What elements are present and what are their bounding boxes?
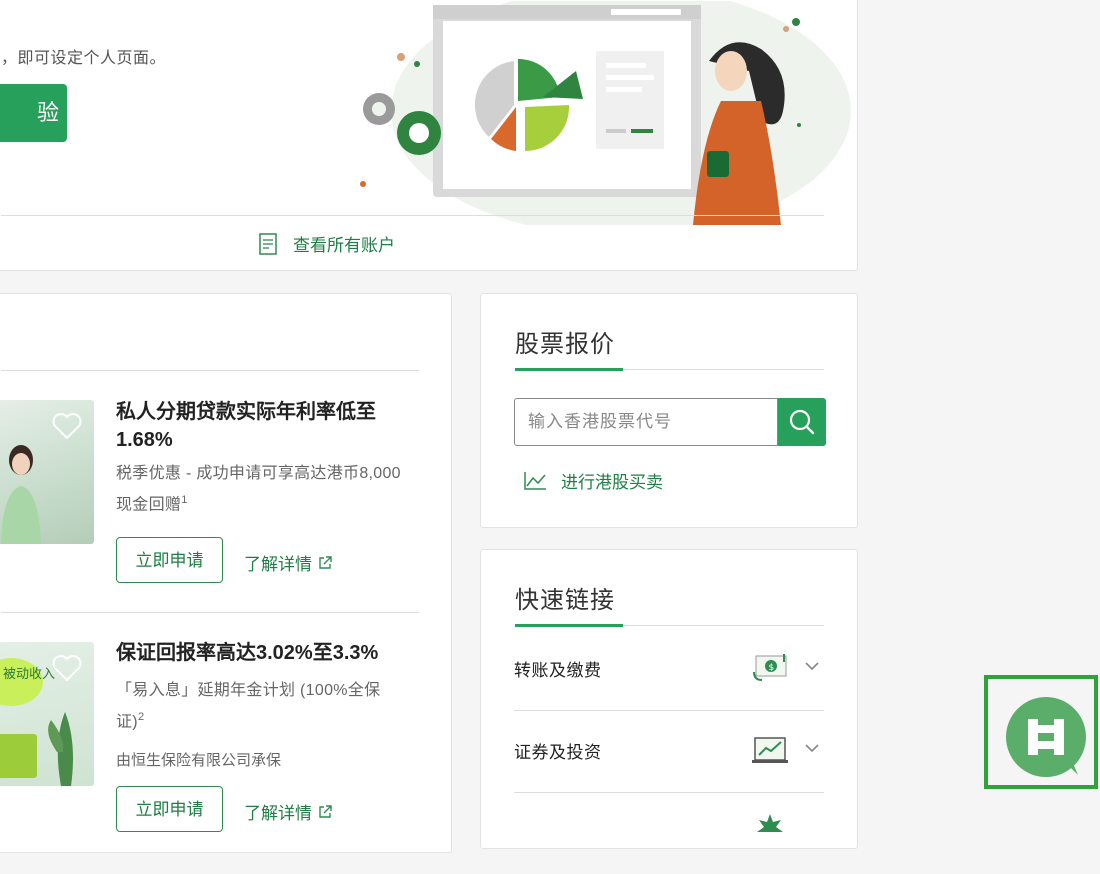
promo-description-text: 「易入息」延期年金计划 (100%全保证) — [116, 682, 381, 731]
learn-more-label: 了解详情 — [244, 804, 312, 823]
external-link-icon — [319, 555, 332, 569]
banner-illustration — [360, 1, 851, 225]
star-icon — [757, 814, 783, 832]
promo-description-text: 税季优惠 - 成功申请可享高达港币8,000现金回赠 — [116, 465, 401, 514]
account-banner-card: ，即可设定个人页面。 验 查看所有账户 — [0, 0, 858, 271]
stock-search-button[interactable] — [778, 398, 826, 446]
promo-image-text: 被动收入 — [3, 667, 55, 682]
external-link-icon — [319, 804, 332, 818]
view-all-accounts-label: 查看所有账户 — [293, 236, 395, 255]
quick-links-card: 快速链接 转账及缴费 $ 证券及投资 — [480, 549, 858, 849]
promo-divider — [1, 612, 419, 613]
heart-icon[interactable] — [52, 654, 82, 682]
promo-title: 私人分期贷款实际年利率低至1.68% — [116, 401, 376, 451]
quick-link-third[interactable] — [514, 792, 824, 874]
hk-stock-trade-link[interactable]: 进行港股买卖 — [523, 468, 663, 493]
learn-more-link[interactable]: 了解详情 — [244, 799, 332, 824]
chat-widget-highlight — [984, 675, 1098, 789]
quick-link-transfer[interactable]: 转账及缴费 $ — [514, 628, 824, 711]
hk-stock-trade-label: 进行港股买卖 — [561, 473, 663, 492]
promo-title: 保证回报率高达3.02%至3.3% — [116, 642, 379, 664]
footnote-marker: 2 — [137, 711, 145, 723]
promo-description: 「易入息」延期年金计划 (100%全保证)2 — [116, 678, 406, 735]
banner-button[interactable]: 验 — [0, 84, 67, 142]
stock-code-input[interactable]: 输入香港股票代号 — [514, 398, 778, 446]
chevron-down-icon — [805, 662, 819, 671]
chat-logo-icon — [1028, 719, 1078, 775]
document-icon — [259, 232, 277, 255]
search-icon — [789, 409, 815, 435]
learn-more-link[interactable]: 了解详情 — [244, 550, 332, 575]
footnote-marker: 1 — [181, 494, 188, 506]
investment-chart-icon — [752, 737, 788, 763]
quick-link-label: 证券及投资 — [514, 743, 602, 762]
apply-now-button[interactable]: 立即申请 — [116, 786, 223, 832]
stock-quote-card: 股票报价 输入香港股票代号 进行港股买卖 — [480, 293, 858, 528]
promo-image-annuity[interactable]: 被动收入 — [0, 642, 94, 786]
banner-divider — [1, 215, 824, 216]
view-all-accounts-link[interactable]: 查看所有账户 — [259, 231, 395, 256]
stock-title-underline — [515, 368, 824, 371]
quick-links-underline — [515, 624, 824, 627]
promo-image-loan[interactable] — [0, 400, 94, 544]
apply-now-button[interactable]: 立即申请 — [116, 537, 223, 583]
learn-more-label: 了解详情 — [244, 555, 312, 574]
promotions-card: 私人分期贷款实际年利率低至1.68% 税季优惠 - 成功申请可享高达港币8,00… — [0, 293, 452, 853]
quick-link-label: 转账及缴费 — [514, 661, 602, 680]
quick-link-securities[interactable]: 证券及投资 — [514, 710, 824, 793]
quick-links-title: 快速链接 — [515, 587, 615, 614]
promo-description: 税季优惠 - 成功申请可享高达港币8,000现金回赠1 — [116, 461, 406, 518]
line-chart-icon — [524, 471, 546, 490]
heart-icon[interactable] — [52, 412, 82, 440]
promo-top-divider — [1, 370, 419, 371]
money-transfer-icon: $ — [753, 654, 787, 681]
stock-quote-title: 股票报价 — [515, 331, 615, 358]
chat-button[interactable] — [1006, 697, 1086, 777]
promo-underwriter: 由恒生保险有限公司承保 — [116, 752, 282, 769]
svg-text:$: $ — [769, 663, 775, 673]
banner-text: ，即可设定个人页面。 — [1, 50, 167, 67]
chevron-down-icon — [805, 744, 819, 753]
